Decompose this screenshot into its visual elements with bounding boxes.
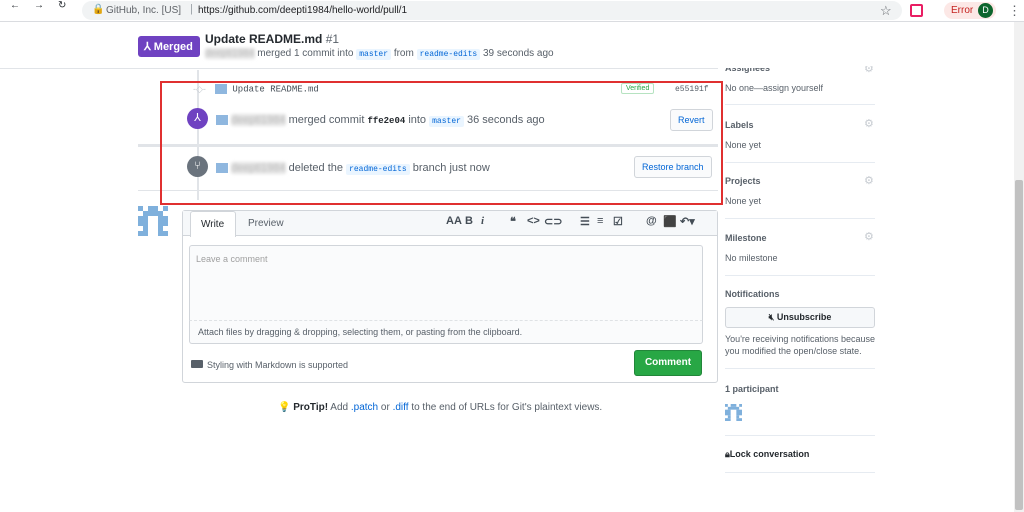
bulleted-list-icon[interactable]: ☰	[580, 215, 590, 228]
labels-value: None yet	[725, 140, 762, 150]
browser-menu-icon[interactable]: ⋮	[1008, 3, 1021, 19]
url-text[interactable]: https://github.com/deepti1984/hello-worl…	[198, 5, 407, 16]
sidebar-divider	[725, 472, 875, 473]
sidebar-divider	[725, 218, 875, 219]
unsubscribe-label: Unsubscribe	[776, 312, 832, 322]
sidebar-divider	[725, 435, 875, 436]
user-identicon[interactable]	[138, 206, 168, 236]
link-icon[interactable]: ⊂⊃	[544, 215, 562, 228]
numbered-list-icon[interactable]: ≡	[597, 215, 603, 227]
participant-avatar[interactable]	[725, 404, 742, 421]
saved-reply-icon[interactable]: ⬛	[663, 215, 677, 228]
notification-reason-2: you modified the open/close state.	[725, 346, 862, 356]
text-size-icon[interactable]: AA	[446, 215, 462, 227]
sidebar-divider	[725, 104, 875, 105]
extension-icon[interactable]	[910, 4, 923, 17]
protip-text-1: Add	[330, 402, 349, 413]
quote-icon[interactable]: ❝	[510, 215, 516, 228]
bold-icon[interactable]: B	[465, 215, 473, 227]
pr-number: #1	[325, 32, 340, 46]
lock-conversation-link[interactable]: 🔒︎Lock conversation	[725, 449, 809, 460]
markdown-icon	[191, 360, 203, 368]
url-separator: |	[190, 3, 193, 15]
code-icon[interactable]: <>	[527, 215, 540, 227]
milestone-gear-icon[interactable]: ⚙	[864, 230, 874, 243]
italic-icon[interactable]: i	[481, 215, 484, 227]
protip-text-3: to the end of URLs for Git's plaintext v…	[411, 402, 603, 413]
reply-icon[interactable]: ↶▾	[680, 215, 695, 228]
back-icon[interactable]: ←	[10, 0, 20, 11]
pr-merge-time: 39 seconds ago	[482, 48, 554, 59]
pr-from-text: from	[393, 48, 414, 59]
sidebar-divider	[725, 162, 875, 163]
patch-link[interactable]: .patch	[351, 402, 378, 413]
sidebar-divider	[725, 368, 875, 369]
protip-text-2: or	[380, 402, 390, 413]
notifications-heading: Notifications	[725, 289, 780, 299]
merged-badge-label: Merged	[153, 41, 193, 53]
merge-icon: ⅄	[144, 41, 154, 53]
forward-icon[interactable]: →	[34, 0, 44, 11]
head-branch[interactable]: readme-edits	[416, 49, 481, 60]
lightbulb-icon: 💡	[278, 402, 291, 413]
pr-title-text: Update README.md	[205, 32, 323, 46]
assignees-value[interactable]: No one—assign yourself	[725, 83, 823, 93]
projects-value: None yet	[725, 196, 762, 206]
profile-avatar[interactable]: D	[978, 3, 993, 18]
sidebar-divider	[725, 275, 875, 276]
attach-files-area[interactable]: Attach files by dragging & dropping, sel…	[189, 320, 703, 344]
comment-button[interactable]: Comment	[634, 350, 702, 376]
notification-reason-1: You're receiving notifications because	[725, 334, 875, 344]
base-branch[interactable]: master	[356, 49, 392, 60]
participants-heading: 1 participant	[725, 384, 779, 394]
protip-label: ProTip!	[293, 402, 329, 413]
pr-author[interactable]: deepti1984	[205, 48, 255, 59]
tab-write[interactable]: Write	[190, 211, 236, 237]
tab-preview[interactable]: Preview	[248, 218, 284, 229]
task-list-icon[interactable]: ☑	[613, 215, 623, 228]
assignees-gear-icon[interactable]: ⚙	[864, 66, 874, 75]
header-divider	[0, 68, 718, 69]
lock-conversation-label: Lock conversation	[729, 449, 810, 459]
markdown-link[interactable]: Styling with Markdown is supported	[207, 360, 348, 370]
highlight-annotation-box	[160, 81, 723, 205]
projects-gear-icon[interactable]: ⚙	[864, 174, 874, 187]
lock-icon: 🔒	[92, 4, 105, 15]
pr-title: Update README.md #1	[205, 32, 339, 46]
projects-heading[interactable]: Projects	[725, 176, 761, 186]
milestone-value: No milestone	[725, 253, 778, 263]
error-label: Error	[951, 5, 974, 16]
unsubscribe-button[interactable]: 🔇︎ Unsubscribe	[725, 307, 875, 328]
protip: 💡 ProTip! Add .patch or .diff to the end…	[278, 402, 602, 413]
labels-heading[interactable]: Labels	[725, 120, 754, 130]
scrollbar-thumb[interactable]	[1015, 180, 1023, 510]
assignees-heading[interactable]: Assignees	[725, 68, 770, 73]
labels-gear-icon[interactable]: ⚙	[864, 117, 874, 130]
mute-icon: 🔇︎	[768, 312, 777, 322]
milestone-heading[interactable]: Milestone	[725, 233, 767, 243]
pr-merge-text: merged 1 commit into	[257, 48, 354, 59]
reload-icon[interactable]: ↻	[58, 0, 66, 11]
comment-textarea[interactable]: Leave a comment	[189, 245, 703, 320]
merged-status-badge: ⅄ Merged	[138, 36, 200, 57]
pr-meta: deepti1984 merged 1 commit into master f…	[205, 48, 554, 60]
mention-icon[interactable]: @	[646, 215, 657, 227]
bookmark-star-icon[interactable]: ☆	[880, 3, 892, 19]
diff-link[interactable]: .diff	[393, 402, 409, 413]
site-identity[interactable]: GitHub, Inc. [US]	[106, 5, 181, 16]
